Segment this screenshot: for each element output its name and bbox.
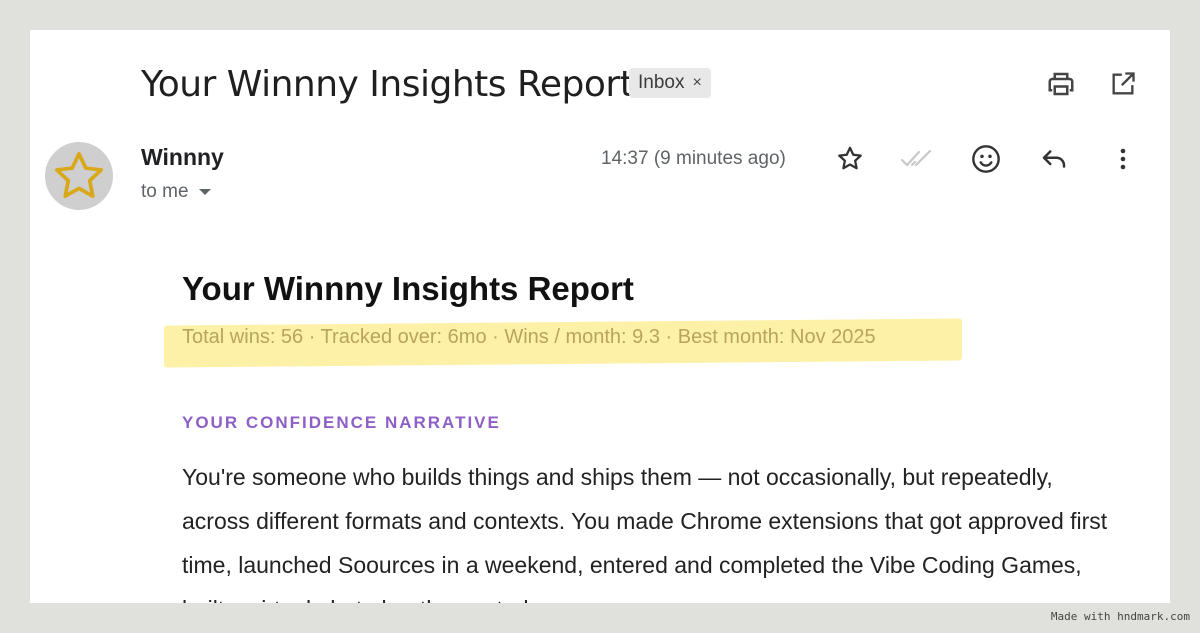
email-subject: Your Winnny Insights Report	[141, 64, 634, 105]
star-button[interactable]	[831, 140, 869, 178]
watermark: Made with hndmark.com	[1050, 610, 1190, 623]
open-in-new-icon	[1112, 72, 1135, 95]
print-icon	[1048, 72, 1074, 96]
sender-avatar[interactable]	[45, 142, 113, 210]
inbox-label-badge: Inbox ×	[629, 68, 711, 98]
reply-button[interactable]	[1035, 140, 1073, 178]
star-icon	[54, 151, 104, 198]
report-title: Your Winnny Insights Report	[182, 270, 634, 307]
open-in-new-window-button[interactable]	[1106, 67, 1140, 101]
read-status-indicator	[898, 142, 938, 176]
label-text: Inbox	[638, 72, 685, 93]
recipient-details-toggle[interactable]: to me	[141, 181, 211, 203]
remove-label-button[interactable]: ×	[692, 74, 701, 92]
more-options-button[interactable]	[1108, 140, 1138, 178]
narrative-paragraph: You're someone who builds things and shi…	[182, 464, 1108, 603]
section-heading: YOUR CONFIDENCE NARRATIVE	[182, 413, 501, 432]
chevron-down-icon	[198, 189, 211, 195]
report-stats: Total wins: 56 · Tracked over: 6mo · Win…	[182, 326, 876, 348]
email-view: Your Winnny Insights Report Inbox × Winn…	[30, 30, 1170, 603]
add-reaction-button[interactable]	[967, 140, 1005, 178]
email-timestamp: 14:37 (9 minutes ago)	[601, 148, 786, 169]
emoji-icon	[972, 145, 1000, 173]
print-button[interactable]	[1044, 67, 1078, 101]
double-check-icon	[900, 149, 932, 167]
more-vert-icon	[1120, 148, 1126, 170]
sender-name[interactable]: Winnny	[141, 144, 224, 171]
recipient-text: to me	[141, 181, 189, 202]
reply-icon	[1042, 150, 1066, 168]
star-outline-icon	[838, 146, 862, 170]
